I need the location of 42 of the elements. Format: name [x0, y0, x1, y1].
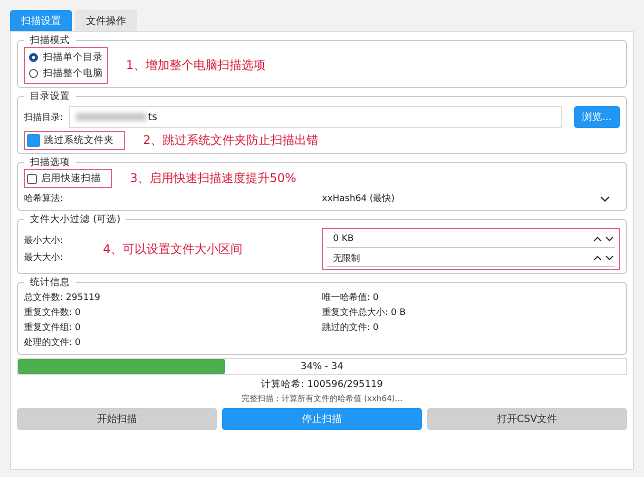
- annotation-text: 3、启用快速扫描速度提升50%: [130, 170, 296, 187]
- group-title: 扫描选项: [29, 156, 71, 169]
- progress-text: 34% - 34: [300, 361, 344, 372]
- group-title: 统计信息: [29, 276, 71, 289]
- group-title: 扫描模式: [29, 34, 71, 47]
- directory-field[interactable]: ts: [69, 106, 562, 128]
- group-title: 目录设置: [29, 90, 71, 103]
- radio-button[interactable]: [29, 53, 38, 62]
- hash-dropdown[interactable]: xxHash64 (最快): [322, 190, 620, 207]
- redacted-text: [76, 113, 146, 121]
- action-button[interactable]: 打开CSV文件: [427, 408, 627, 430]
- field-label: 哈希算法:: [24, 192, 64, 205]
- field-label: 扫描目录:: [24, 112, 64, 124]
- field-label: 最大大小:: [24, 252, 64, 264]
- radio-button[interactable]: [29, 69, 38, 78]
- group-title: 文件大小过滤 (可选): [29, 213, 122, 226]
- field-label: 最小大小:: [24, 234, 64, 247]
- statistic-text: 重复文件总大小: 0 B: [322, 306, 407, 319]
- statistic-text: 跳过的文件: 0: [322, 322, 380, 334]
- statistic-text: 处理的文件: 0: [24, 336, 82, 349]
- size-spinbox[interactable]: 无限制: [327, 250, 615, 267]
- size-spinbox[interactable]: 0 KB: [327, 231, 615, 248]
- statistic-text: 重复文件数: 0: [24, 306, 82, 319]
- spin-arrows-icon: [593, 255, 615, 261]
- radio-option[interactable]: 扫描整个电脑: [29, 67, 103, 80]
- checkbox[interactable]: [27, 134, 40, 147]
- annotation-text: 2、跳过系统文件夹防止扫描出错: [143, 132, 319, 149]
- checkbox-option[interactable]: 启用快速扫描: [24, 169, 112, 188]
- annotation-text: 1、增加整个电脑扫描选项: [126, 57, 266, 74]
- checkbox[interactable]: [27, 174, 37, 184]
- checkbox-option[interactable]: 跳过系统文件夹: [24, 131, 125, 150]
- annotation-text: 4、可以设置文件大小区间: [102, 240, 244, 258]
- tab[interactable]: 文件操作: [75, 10, 137, 31]
- chevron-down-icon: [600, 196, 610, 202]
- status-text: 计算哈希: 100596/295119: [260, 378, 384, 391]
- radio-option[interactable]: 扫描单个目录: [29, 51, 103, 64]
- detail-text: 完整扫描：计算所有文件的哈希值 (xxh64)...: [240, 393, 404, 404]
- action-button[interactable]: 开始扫描: [17, 408, 217, 430]
- spin-arrows-icon: [593, 236, 615, 242]
- statistic-text: 重复文件组: 0: [24, 322, 82, 334]
- statistic-text: 总文件数: 295119: [24, 292, 102, 304]
- statistic-text: 唯一哈希值: 0: [322, 292, 380, 304]
